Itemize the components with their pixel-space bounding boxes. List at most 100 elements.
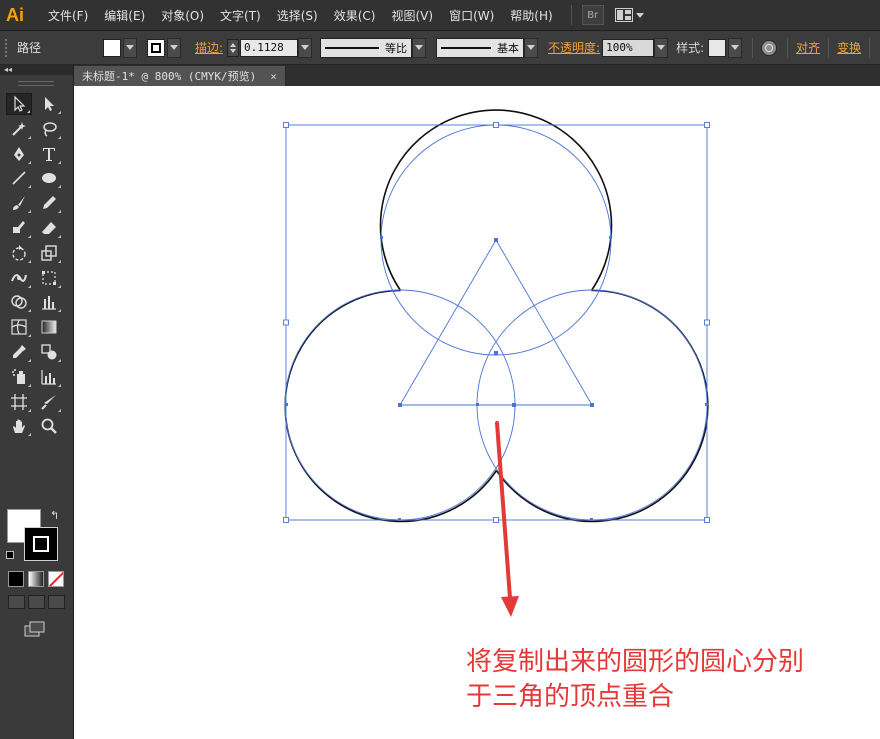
stroke-swatch[interactable]	[147, 38, 165, 57]
shape-builder-tool[interactable]	[6, 291, 32, 313]
opacity-input[interactable]: 100%	[602, 38, 655, 57]
stroke-weight-input[interactable]: 0.1128	[240, 38, 299, 57]
stroke-dropdown[interactable]	[167, 37, 181, 58]
magic-wand-tool[interactable]	[6, 118, 32, 140]
stroke-panel-link[interactable]: 描边:	[195, 39, 223, 56]
fill-stroke-control: ↰	[6, 509, 66, 569]
selection-tool[interactable]	[6, 93, 32, 115]
stroke-weight-dropdown[interactable]	[298, 37, 313, 58]
opacity-panel-link[interactable]: 不透明度:	[548, 39, 600, 56]
menu-window[interactable]: 窗口(W)	[441, 0, 502, 30]
width-tool[interactable]	[6, 267, 32, 289]
slice-tool[interactable]	[36, 391, 62, 413]
graph-tool[interactable]	[36, 291, 62, 313]
stroke-weight-stepper[interactable]	[227, 38, 240, 57]
symbol-sprayer-tool[interactable]	[6, 366, 32, 388]
rotate-tool[interactable]	[6, 242, 32, 264]
top-circle-outer-arc[interactable]	[379, 109, 613, 291]
graphic-style-swatch[interactable]	[708, 38, 727, 57]
menu-edit[interactable]: 编辑(E)	[96, 0, 153, 30]
fill-dropdown[interactable]	[123, 37, 137, 58]
menu-type[interactable]: 文字(T)	[212, 0, 269, 30]
opacity-dropdown[interactable]	[654, 37, 669, 58]
menu-bar: Ai 文件(F) 编辑(E) 对象(O) 文字(T) 选择(S) 效果(C) 视…	[0, 0, 880, 31]
panel-grip[interactable]	[5, 38, 11, 57]
lasso-tool[interactable]	[36, 118, 62, 140]
draw-behind-button[interactable]	[28, 595, 45, 609]
screen-mode-icon	[24, 621, 45, 637]
ellipse-tool[interactable]	[36, 167, 62, 189]
gradient-tool[interactable]	[36, 316, 62, 338]
recolor-artwork-icon[interactable]	[761, 39, 778, 56]
blob-brush-tool[interactable]	[6, 217, 32, 239]
menu-object[interactable]: 对象(O)	[153, 0, 212, 30]
draw-normal-button[interactable]	[8, 595, 25, 609]
column-graph-tool[interactable]	[36, 366, 62, 388]
menu-select[interactable]: 选择(S)	[269, 0, 326, 30]
color-mode-button[interactable]	[8, 571, 24, 587]
bridge-button[interactable]: Br	[581, 5, 604, 25]
blend-tool[interactable]	[36, 341, 62, 363]
scale-tool[interactable]	[36, 242, 62, 264]
chevron-down-icon	[731, 45, 740, 50]
variable-width-profile[interactable]: 等比	[320, 37, 413, 58]
close-icon[interactable]: ×	[270, 70, 277, 83]
control-divider	[752, 37, 754, 58]
type-t-icon	[43, 147, 55, 161]
menu-help[interactable]: 帮助(H)	[502, 0, 560, 30]
annotation-line-2: 于三角的顶点重合	[466, 682, 675, 712]
chevron-down-icon	[301, 45, 310, 50]
annotation-arrow-line	[495, 421, 512, 600]
paintbrush-icon	[13, 196, 25, 211]
pencil-tool[interactable]	[36, 192, 62, 214]
menu-file[interactable]: 文件(F)	[40, 0, 96, 30]
mesh-tool[interactable]	[6, 316, 32, 338]
line-segment-tool[interactable]	[6, 167, 32, 189]
slice-knife-icon	[41, 394, 56, 410]
artwork	[283, 109, 710, 617]
artboard-canvas[interactable]	[74, 86, 880, 739]
tools-panel-collapse[interactable]: ◂◂	[0, 65, 73, 75]
variable-width-dropdown[interactable]	[412, 37, 427, 58]
selection-bounding-box[interactable]	[285, 124, 708, 521]
eraser-tool[interactable]	[36, 217, 62, 239]
eyedropper-tool[interactable]	[6, 341, 32, 363]
brush-definition[interactable]: 基本	[436, 37, 525, 58]
transform-panel-link[interactable]: 变换	[837, 39, 861, 56]
default-fill-stroke-icon[interactable]	[6, 551, 14, 559]
artboard-tool[interactable]	[6, 391, 32, 413]
pen-tool[interactable]	[6, 143, 32, 165]
zoom-tool[interactable]	[36, 415, 62, 437]
menu-view[interactable]: 视图(V)	[383, 0, 441, 30]
gradient-mode-button[interactable]	[28, 571, 44, 587]
bridge-label: Br	[587, 9, 599, 21]
right-circle-outer-arc[interactable]	[495, 289, 709, 523]
triangle-path[interactable]	[399, 239, 593, 406]
blend-icon	[41, 344, 57, 360]
arrange-documents-button[interactable]	[612, 5, 647, 25]
mesh-icon	[11, 319, 27, 335]
bar-graph-icon	[41, 369, 56, 385]
stroke-color-box[interactable]	[24, 527, 58, 561]
gradient-icon	[41, 320, 57, 334]
control-divider	[869, 37, 871, 58]
fill-swatch[interactable]	[103, 38, 121, 57]
align-panel-link[interactable]: 对齐	[796, 39, 820, 56]
stepper-arrows-icon	[230, 42, 237, 53]
menu-effect[interactable]: 效果(C)	[326, 0, 384, 30]
swap-fill-stroke-icon[interactable]: ↰	[50, 509, 59, 522]
paintbrush-tool[interactable]	[6, 192, 32, 214]
none-mode-button[interactable]	[48, 571, 64, 587]
anchor-points[interactable]	[285, 236, 708, 521]
direct-selection-tool[interactable]	[36, 93, 62, 115]
graphic-style-dropdown[interactable]	[728, 37, 743, 58]
brush-definition-dropdown[interactable]	[524, 37, 539, 58]
document-tab[interactable]: 未标题-1* @ 800% (CMYK/预览) ×	[74, 66, 286, 86]
free-transform-tool[interactable]	[36, 267, 62, 289]
bounding-box-handles[interactable]	[283, 122, 710, 523]
type-tool[interactable]	[36, 143, 62, 165]
tools-panel-grip[interactable]	[18, 81, 54, 86]
screen-mode-button[interactable]	[24, 621, 46, 637]
hand-tool[interactable]	[6, 415, 32, 437]
draw-inside-button[interactable]	[48, 595, 65, 609]
